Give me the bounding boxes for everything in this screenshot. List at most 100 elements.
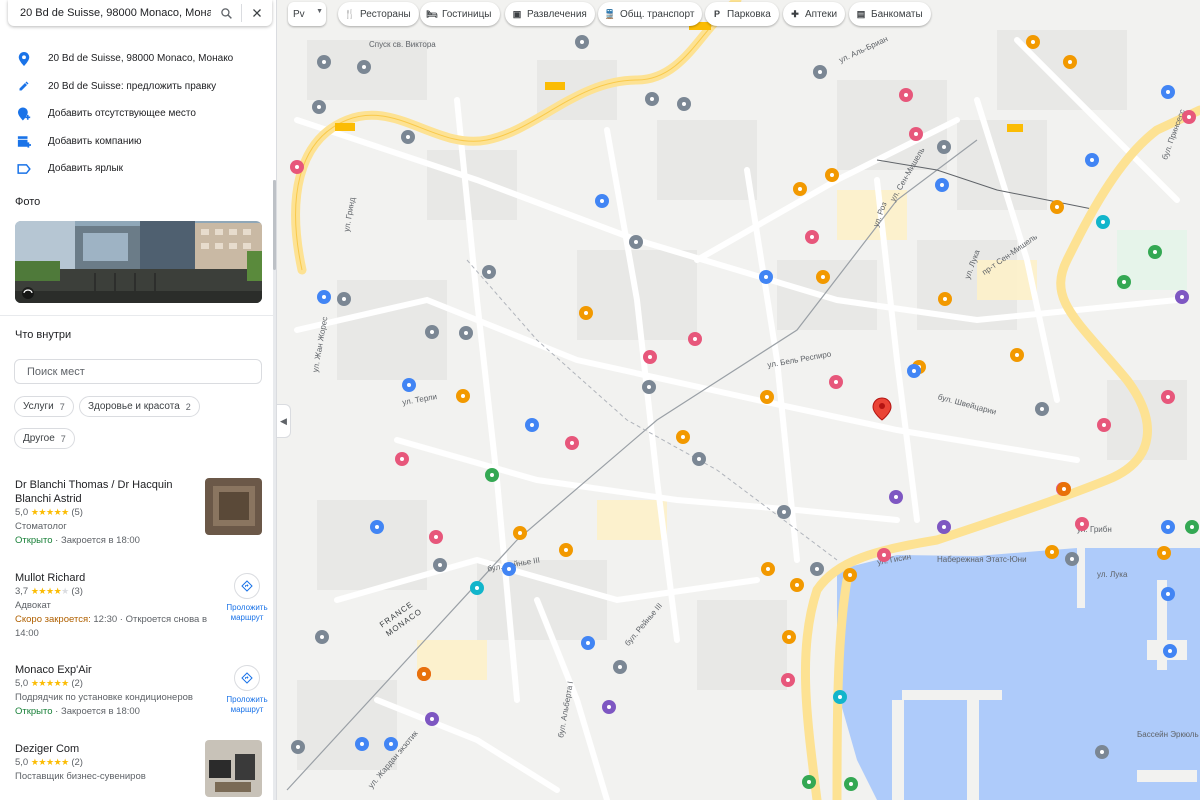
- poi-marker-icon[interactable]: [790, 578, 804, 592]
- poi-marker-icon[interactable]: [575, 35, 589, 49]
- poi-marker-icon[interactable]: [829, 375, 843, 389]
- poi-marker-icon[interactable]: [525, 418, 539, 432]
- poi-marker-icon[interactable]: [1095, 745, 1109, 759]
- places-search-input[interactable]: Поиск мест: [14, 359, 262, 384]
- poi-marker-icon[interactable]: [401, 130, 415, 144]
- poi-marker-icon[interactable]: [602, 700, 616, 714]
- business-name[interactable]: Mullot Richard: [15, 571, 195, 585]
- poi-marker-icon[interactable]: [782, 630, 796, 644]
- poi-marker-icon[interactable]: [395, 452, 409, 466]
- poi-marker-icon[interactable]: [877, 548, 891, 562]
- poi-marker-icon[interactable]: [645, 92, 659, 106]
- search-icon[interactable]: [211, 0, 241, 26]
- close-icon[interactable]: [242, 0, 272, 26]
- poi-marker-icon[interactable]: [357, 60, 371, 74]
- poi-marker-icon[interactable]: [370, 520, 384, 534]
- poi-marker-icon[interactable]: [642, 380, 656, 394]
- action-add-label[interactable]: Добавить ярлык: [0, 155, 276, 183]
- poi-marker-icon[interactable]: [937, 520, 951, 534]
- category-chip[interactable]: 🛏 Гостиницы: [420, 2, 500, 26]
- poi-marker-icon[interactable]: [1175, 290, 1189, 304]
- poi-marker-icon[interactable]: [643, 350, 657, 364]
- map-layer-button[interactable]: Рv ▼: [288, 2, 326, 26]
- poi-marker-icon[interactable]: [899, 88, 913, 102]
- poi-marker-icon[interactable]: [810, 562, 824, 576]
- business-name[interactable]: Dr Blanchi Thomas / Dr Hacquin Blanchi A…: [15, 478, 195, 506]
- poi-marker-icon[interactable]: [459, 326, 473, 340]
- poi-marker-icon[interactable]: [433, 558, 447, 572]
- poi-marker-icon[interactable]: [1161, 520, 1175, 534]
- poi-marker-icon[interactable]: [485, 468, 499, 482]
- poi-marker-icon[interactable]: [889, 490, 903, 504]
- poi-marker-icon[interactable]: [938, 292, 952, 306]
- poi-marker-icon[interactable]: [1161, 390, 1175, 404]
- poi-marker-icon[interactable]: [482, 265, 496, 279]
- poi-marker-icon[interactable]: [1065, 552, 1079, 566]
- poi-marker-icon[interactable]: [513, 526, 527, 540]
- search-box[interactable]: 20 Bd de Suisse, 98000 Monaco, Мона: [8, 0, 272, 26]
- poi-marker-icon[interactable]: [1035, 402, 1049, 416]
- poi-marker-icon[interactable]: [1148, 245, 1162, 259]
- category-chip[interactable]: ▤ Банкоматы: [849, 2, 931, 26]
- map-canvas[interactable]: Спуск св. Виктора ул. Аль-Бриан ул. Сен-Ми…: [277, 0, 1200, 800]
- directions-button[interactable]: Проложить маршрут: [222, 665, 272, 715]
- poi-marker-icon[interactable]: [1057, 482, 1071, 496]
- category-chip[interactable]: 🍴 Рестораны: [338, 2, 419, 26]
- poi-marker-icon[interactable]: [1097, 418, 1111, 432]
- business-name[interactable]: Monaco Exp'Air: [15, 663, 195, 677]
- poi-marker-icon[interactable]: [613, 660, 627, 674]
- poi-marker-icon[interactable]: [1182, 110, 1196, 124]
- poi-marker-icon[interactable]: [1075, 517, 1089, 531]
- poi-marker-icon[interactable]: [290, 160, 304, 174]
- poi-marker-icon[interactable]: [581, 636, 595, 650]
- poi-marker-icon[interactable]: [844, 777, 858, 791]
- poi-marker-icon[interactable]: [825, 168, 839, 182]
- poi-marker-icon[interactable]: [802, 775, 816, 789]
- poi-marker-icon[interactable]: [417, 667, 431, 681]
- poi-marker-icon[interactable]: [312, 100, 326, 114]
- poi-marker-icon[interactable]: [760, 390, 774, 404]
- action-address[interactable]: 20 Bd de Suisse, 98000 Monaco, Монако: [0, 45, 276, 73]
- poi-marker-icon[interactable]: [937, 140, 951, 154]
- poi-marker-icon[interactable]: [1085, 153, 1099, 167]
- category-chip[interactable]: P Парковка: [705, 2, 779, 26]
- poi-marker-icon[interactable]: [355, 737, 369, 751]
- poi-marker-icon[interactable]: [793, 182, 807, 196]
- poi-marker-icon[interactable]: [425, 712, 439, 726]
- filter-chip-health-beauty[interactable]: Здоровье и красота 2: [79, 396, 200, 417]
- poi-marker-icon[interactable]: [813, 65, 827, 79]
- poi-marker-icon[interactable]: [688, 332, 702, 346]
- poi-marker-icon[interactable]: [1026, 35, 1040, 49]
- poi-marker-icon[interactable]: [843, 568, 857, 582]
- poi-marker-icon[interactable]: [291, 740, 305, 754]
- business-photo[interactable]: [205, 740, 262, 797]
- poi-marker-icon[interactable]: [502, 562, 516, 576]
- panel-scrollbar[interactable]: [273, 180, 276, 800]
- poi-marker-icon[interactable]: [907, 364, 921, 378]
- poi-marker-icon[interactable]: [595, 194, 609, 208]
- business-name[interactable]: Deziger Com: [15, 742, 195, 756]
- directions-button[interactable]: Проложить маршрут: [222, 573, 272, 623]
- poi-marker-icon[interactable]: [470, 581, 484, 595]
- category-chip[interactable]: ✚ Аптеки: [783, 2, 846, 26]
- poi-marker-icon[interactable]: [1117, 275, 1131, 289]
- poi-marker-icon[interactable]: [337, 292, 351, 306]
- poi-marker-icon[interactable]: [1163, 644, 1177, 658]
- place-photo[interactable]: [15, 221, 262, 303]
- poi-marker-icon[interactable]: [833, 690, 847, 704]
- poi-marker-icon[interactable]: [935, 178, 949, 192]
- poi-marker-icon[interactable]: [805, 230, 819, 244]
- category-chip[interactable]: ▣ Развлечения: [505, 2, 595, 26]
- poi-marker-icon[interactable]: [1157, 546, 1171, 560]
- poi-marker-icon[interactable]: [1063, 55, 1077, 69]
- category-chip[interactable]: 🚆 Общ. транспорт: [598, 2, 703, 26]
- poi-marker-icon[interactable]: [1161, 85, 1175, 99]
- poi-marker-icon[interactable]: [1010, 348, 1024, 362]
- poi-marker-icon[interactable]: [579, 306, 593, 320]
- poi-marker-icon[interactable]: [425, 325, 439, 339]
- poi-marker-icon[interactable]: [429, 530, 443, 544]
- filter-chip-other[interactable]: Другое 7: [14, 428, 75, 449]
- action-add-business[interactable]: Добавить компанию: [0, 128, 276, 156]
- poi-marker-icon[interactable]: [315, 630, 329, 644]
- poi-marker-icon[interactable]: [317, 290, 331, 304]
